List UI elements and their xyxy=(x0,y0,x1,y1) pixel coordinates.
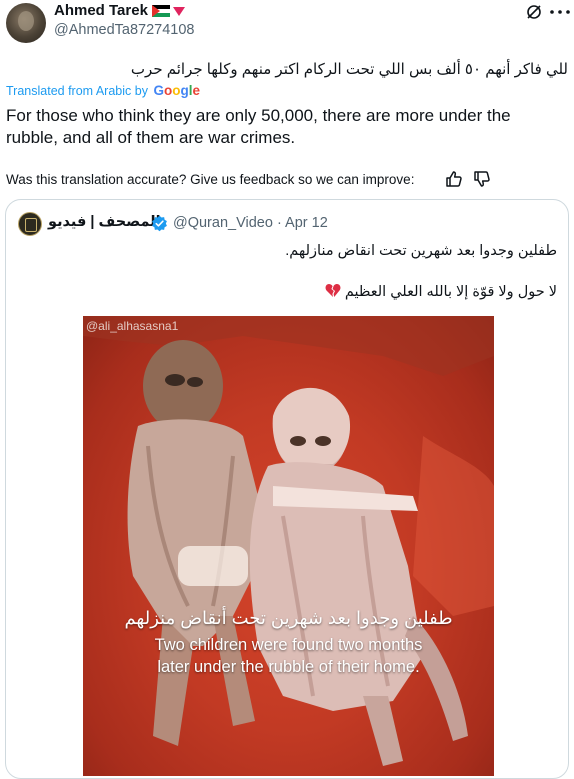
quoted-date[interactable]: Apr 12 xyxy=(285,215,328,231)
translated-from-link[interactable]: Translated from Arabic by xyxy=(6,84,148,98)
tweet-original-text: للي فاكر أنهم ٥٠ ألف بس اللي تحت الركام … xyxy=(130,61,568,78)
tweet-translated-text: For those who think they are only 50,000… xyxy=(6,106,511,147)
translation-attribution: Translated from Arabic by Google xyxy=(6,83,200,98)
quoted-media-image[interactable]: @ali_alhasasna1 طفلين وجدوا بعد شهرين تح… xyxy=(83,316,494,776)
quoted-text-line2-text: لا حول ولا قوّة إلا بالله العلي العظيم xyxy=(344,284,557,300)
grok-icon[interactable] xyxy=(525,3,543,21)
quoted-text-line2: لا حول ولا قوّة إلا بالله العلي العظيم xyxy=(325,283,557,300)
quoted-text-line1: طفلين وجدوا بعد شهرين تحت انقاض منازلهم. xyxy=(285,243,557,259)
author-name[interactable]: Ahmed Tarek xyxy=(54,2,185,19)
thumbs-down-icon[interactable] xyxy=(473,170,491,188)
quoted-tweet[interactable]: المصحف | فيديو @Quran_Video · Apr 12 طفل… xyxy=(5,199,569,779)
quoted-meta: @Quran_Video · Apr 12 xyxy=(173,215,328,231)
media-watermark: @ali_alhasasna1 xyxy=(86,319,179,333)
media-scene xyxy=(83,316,494,766)
thumbs-up-icon[interactable] xyxy=(445,170,463,188)
author-handle[interactable]: @AhmedTa87274108 xyxy=(54,22,195,38)
quoted-author-avatar[interactable] xyxy=(18,212,42,236)
quoted-author-handle[interactable]: @Quran_Video xyxy=(173,215,273,231)
author-display-name[interactable]: Ahmed Tarek xyxy=(54,2,148,19)
broken-heart-icon xyxy=(325,284,341,297)
verified-badge-icon xyxy=(152,215,167,232)
meta-separator: · xyxy=(276,215,282,231)
media-caption-english-line2: later under the rubble of their home. xyxy=(157,658,420,676)
media-caption-english-line1: Two children were found two months xyxy=(154,636,423,654)
palestine-flag-icon xyxy=(151,5,170,17)
quoted-author-name[interactable]: المصحف | فيديو xyxy=(48,214,161,230)
translation-feedback-prompt: Was this translation accurate? Give us f… xyxy=(6,172,415,187)
red-heart-icon xyxy=(172,7,185,16)
author-avatar[interactable] xyxy=(6,3,46,43)
more-icon[interactable] xyxy=(550,10,570,14)
media-caption-english: Two children were found two months later… xyxy=(83,634,494,678)
media-caption-arabic: طفلين وجدوا بعد شهرين تحت أنقاض منزلهم xyxy=(124,608,453,628)
google-logo: Google xyxy=(153,83,200,98)
